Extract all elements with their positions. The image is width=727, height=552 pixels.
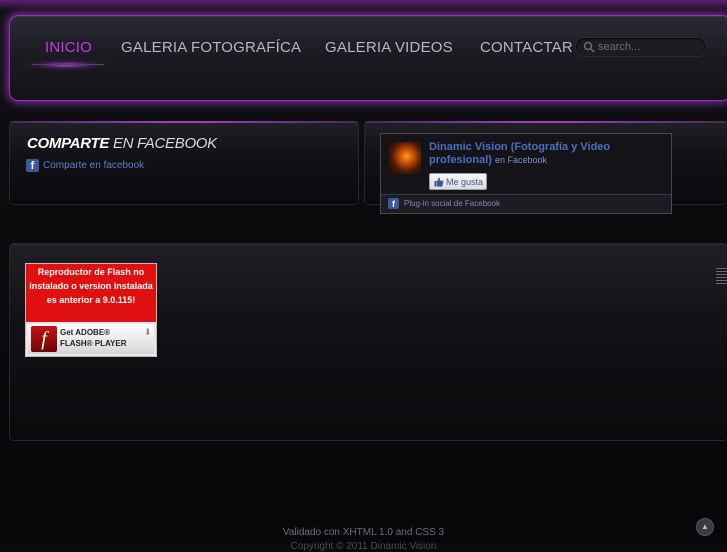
nav-item-contactar[interactable]: CONTACTAR	[480, 38, 573, 58]
flash-badge-player: FLASH® PLAYER	[60, 339, 127, 348]
thumbs-up-icon	[434, 177, 444, 187]
flash-logo-icon: f	[31, 326, 57, 352]
page-thumbnail[interactable]	[389, 142, 421, 174]
facebook-likebox: Dinamic Vision (Fotografía y Video profe…	[380, 133, 672, 214]
facebook-icon: f	[26, 159, 39, 172]
nav-item-galeria-videos[interactable]: GALERIA VIDEOS	[325, 38, 453, 58]
fb-page-suffix: en Facebook	[495, 155, 548, 165]
share-title-bold: COMPARTE	[27, 135, 110, 152]
like-button[interactable]: Me gusta	[429, 173, 487, 190]
facebook-icon: f	[388, 198, 399, 209]
scroll-top-icon[interactable]: ▲	[697, 519, 713, 535]
footer-validation: Validado con XHTML 1.0 and CSS 3	[282, 527, 445, 538]
panel-glow	[10, 121, 358, 123]
fb-plugin-footer: f Plug-in social de Facebook	[381, 194, 671, 213]
flash-message: Reproductor de Flash no instalado o vers…	[26, 264, 156, 322]
main-content-panel: Reproductor de Flash no instalado o vers…	[10, 244, 727, 440]
search-box	[576, 38, 706, 56]
search-input[interactable]	[598, 39, 698, 55]
flash-badge-get: Get ADOBE®	[60, 328, 111, 337]
facebook-likebox-panel: Dinamic Vision (Fotografía y Video profe…	[365, 121, 727, 214]
share-title-rest: EN FACEBOOK	[112, 135, 217, 152]
search-icon[interactable]	[583, 41, 595, 53]
share-panel: COMPARTE EN FACEBOOK f Comparte en faceb…	[10, 121, 358, 204]
fb-page-title: Dinamic Vision (Fotografía y Video profe…	[429, 141, 664, 167]
flash-player-notice: Reproductor de Flash no instalado o vers…	[26, 264, 156, 356]
nav-active-underline	[32, 64, 104, 65]
share-title: COMPARTE EN FACEBOOK	[27, 135, 217, 152]
footer-copyright: Copyright © 2011 Dinamic Vision	[290, 541, 437, 552]
like-button-label: Me gusta	[446, 177, 484, 187]
nav-active-indicator	[27, 60, 105, 70]
main-nav: INICIO GALERIA FOTOGRAFÍCA GALERIA VIDEO…	[10, 16, 727, 100]
share-facebook-link[interactable]: Comparte en facebook	[43, 160, 144, 171]
nav-item-inicio[interactable]: INICIO	[45, 38, 92, 58]
download-arrow-icon: ⬇	[144, 327, 152, 337]
fb-plugin-footer-text[interactable]: Plug-in social de Facebook	[404, 199, 500, 208]
panel-glow	[365, 121, 727, 123]
nav-top-glow	[0, 0, 727, 10]
get-flash-player-button[interactable]: f Get ADOBE® FLASH® PLAYER ⬇	[28, 324, 154, 354]
nav-item-galeria-fotografica[interactable]: GALERIA FOTOGRAFÍCA	[121, 38, 301, 58]
resize-grip[interactable]	[716, 268, 727, 286]
